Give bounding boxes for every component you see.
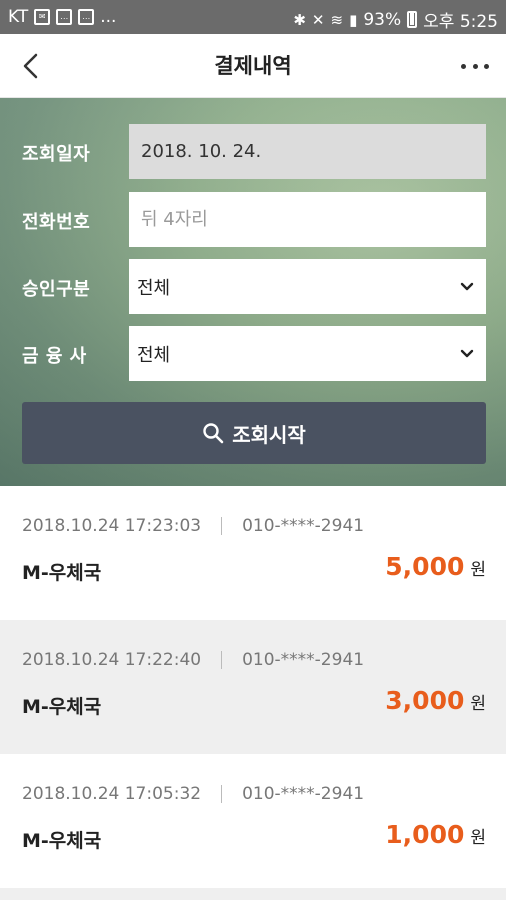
item-datetime: 2018.10.24 17:22:40 — [22, 650, 202, 670]
divider — [221, 785, 223, 803]
item-unit: 원 — [470, 828, 486, 848]
date-row: 조회일자 2018. 10. 24. — [22, 124, 486, 179]
search-panel: 조회일자 2018. 10. 24. 전화번호 승인구분 전체 금 융 사 전체 — [0, 98, 506, 486]
phone-row: 전화번호 — [22, 192, 486, 247]
overflow-indicator: ... — [100, 7, 117, 27]
approval-select[interactable]: 전체 — [129, 259, 486, 314]
battery-icon — [407, 11, 418, 28]
item-merchant: M-우체국 — [22, 562, 102, 584]
notification-icon: ✉ — [34, 9, 51, 25]
approval-row: 승인구분 전체 — [22, 259, 486, 314]
list-item[interactable]: 2018.10.24 17:22:40 010-****-2941 M-우체국 … — [0, 620, 506, 754]
list-item[interactable]: 2018.10.24 17:05:32 010-****-2941 M-우체국 … — [0, 754, 506, 888]
item-datetime: 2018.10.24 17:05:32 — [22, 784, 202, 804]
carrier-label: KT — [8, 7, 29, 27]
phone-label: 전화번호 — [22, 212, 91, 233]
status-bar: KT ✉ … … ... ✱ ✕ ≋ ▮ 93% 오후 5:25 — [0, 0, 506, 34]
signal-icon: ▮ — [349, 10, 358, 29]
phone-last4-input[interactable] — [129, 192, 486, 247]
list-item-partial — [0, 888, 506, 900]
date-label: 조회일자 — [22, 144, 91, 165]
approval-value: 전체 — [137, 277, 171, 299]
company-row: 금 융 사 전체 — [22, 326, 486, 381]
item-amount: 5,000 — [385, 552, 465, 581]
approval-label: 승인구분 — [22, 279, 91, 300]
company-select[interactable]: 전체 — [129, 326, 486, 381]
divider — [221, 651, 223, 669]
bluetooth-icon: ✱ — [293, 10, 306, 29]
chat-icon: … — [56, 9, 73, 25]
search-start-button[interactable]: 조회시작 — [22, 402, 486, 464]
divider — [221, 517, 223, 535]
item-phone: 010-****-2941 — [242, 516, 365, 536]
item-amount-wrap: 3,000 원 — [385, 686, 486, 715]
chevron-down-icon — [460, 282, 474, 290]
item-amount-wrap: 1,000 원 — [385, 820, 486, 849]
more-icon — [461, 63, 466, 69]
transaction-list: 2018.10.24 17:23:03 010-****-2941 M-우체국 … — [0, 486, 506, 900]
item-meta: 2018.10.24 17:23:03 010-****-2941 — [22, 516, 364, 536]
item-merchant: M-우체국 — [22, 696, 102, 718]
item-amount-wrap: 5,000 원 — [385, 552, 486, 581]
item-unit: 원 — [470, 560, 486, 580]
item-phone: 010-****-2941 — [242, 650, 365, 670]
message-icon: … — [78, 9, 95, 25]
status-left: KT ✉ … … ... — [8, 7, 116, 27]
date-field[interactable]: 2018. 10. 24. — [129, 124, 486, 179]
company-value: 전체 — [137, 344, 171, 366]
item-phone: 010-****-2941 — [242, 784, 365, 804]
battery-percent: 93% — [363, 9, 402, 30]
page-title: 결제내역 — [214, 54, 292, 78]
item-datetime: 2018.10.24 17:23:03 — [22, 516, 202, 536]
chevron-down-icon — [460, 349, 474, 357]
item-amount: 1,000 — [385, 820, 465, 849]
more-button[interactable] — [458, 52, 492, 80]
item-meta: 2018.10.24 17:05:32 010-****-2941 — [22, 784, 364, 804]
mute-icon: ✕ — [311, 10, 325, 29]
wifi-icon: ≋ — [330, 10, 344, 29]
item-amount: 3,000 — [385, 686, 465, 715]
clock: 오후 5:25 — [423, 12, 498, 32]
search-button-label: 조회시작 — [232, 422, 306, 447]
app-header: 결제내역 — [0, 34, 506, 98]
search-icon — [203, 423, 224, 444]
date-value: 2018. 10. 24. — [141, 141, 262, 162]
item-meta: 2018.10.24 17:22:40 010-****-2941 — [22, 650, 364, 670]
company-label: 금 융 사 — [22, 346, 87, 367]
list-item[interactable]: 2018.10.24 17:23:03 010-****-2941 M-우체국 … — [0, 486, 506, 620]
item-unit: 원 — [470, 694, 486, 714]
status-right: ✱ ✕ ≋ ▮ 93% 오후 5:25 — [293, 7, 498, 33]
item-merchant: M-우체국 — [22, 830, 102, 852]
